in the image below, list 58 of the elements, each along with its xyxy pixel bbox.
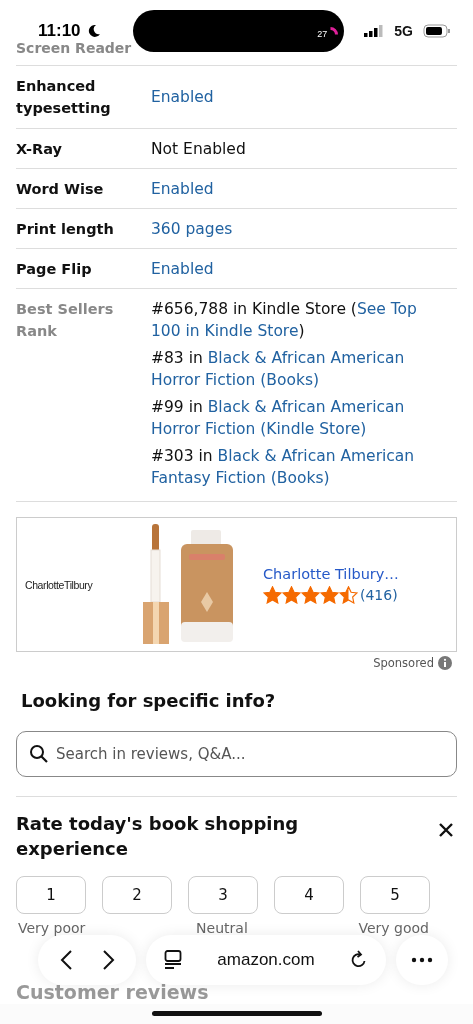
detail-link[interactable]: Enabled: [151, 259, 214, 278]
category-link[interactable]: Fantasy Fiction (Books): [151, 469, 330, 487]
battery-icon: [423, 24, 451, 38]
detail-label: Page Flip: [16, 259, 93, 279]
rating-button[interactable]: 1: [16, 876, 86, 914]
rank-text: #99 in: [151, 398, 204, 416]
moon-icon: [86, 24, 101, 38]
rating-label: Neutral: [196, 920, 248, 936]
close-icon[interactable]: [439, 823, 453, 837]
category-link[interactable]: Black & African American: [207, 349, 405, 367]
address-text: amazon.com: [217, 950, 315, 970]
info-icon[interactable]: [438, 656, 452, 670]
detail-label: Screen Reader: [16, 39, 133, 58]
detail-label: Word Wise: [16, 179, 105, 199]
search-icon: [29, 744, 49, 764]
category-link[interactable]: Black & African American: [217, 447, 415, 465]
rating-button[interactable]: 2: [102, 876, 172, 914]
ad-card[interactable]: CharlotteTilbury Charlotte Tilbury… (416): [16, 517, 457, 652]
detail-label: Best Sellers Rank: [16, 300, 115, 341]
category-link[interactable]: Horror Fiction (Kindle Store): [151, 420, 367, 438]
signal-icon: [364, 25, 385, 37]
status-time: 11:10: [38, 21, 81, 41]
detail-link[interactable]: Enabled: [151, 179, 214, 198]
rating-button[interactable]: 5: [360, 876, 430, 914]
network-label: 5G: [394, 23, 413, 39]
detail-value: Not Enabled: [151, 139, 246, 158]
product-link[interactable]: Charlotte Tilbury…: [263, 565, 399, 582]
search-field[interactable]: Search in reviews, Q&A...: [16, 731, 457, 777]
rating-button[interactable]: 3: [188, 876, 258, 914]
detail-link[interactable]: Enabled: [151, 88, 214, 106]
rating-label: Very poor: [18, 920, 86, 936]
category-link[interactable]: See Top: [356, 300, 417, 318]
category-link[interactable]: Black & African American: [207, 398, 405, 416]
rank-text: #83 in: [151, 349, 204, 367]
reader-icon[interactable]: [164, 950, 182, 970]
timer-text: 27: [317, 29, 328, 39]
sponsored-label: Sponsored: [373, 656, 434, 670]
detail-label: Print length: [16, 219, 115, 239]
reload-icon[interactable]: [350, 950, 368, 970]
detail-label: Enhanced typesetting: [16, 77, 112, 118]
rank-text: #303 in: [151, 447, 214, 465]
category-link[interactable]: Horror Fiction (Books): [151, 371, 320, 389]
detail-link[interactable]: 360 pages: [151, 219, 233, 238]
rating-label: Very good: [358, 920, 429, 936]
back-icon[interactable]: [58, 949, 73, 971]
rating-button[interactable]: 4: [274, 876, 344, 914]
detail-label: X-Ray: [16, 139, 63, 159]
rank-text: #656,788 in Kindle Store (: [151, 300, 357, 318]
survey-heading: Rate today's book shopping experience: [16, 812, 300, 861]
brand-logo: CharlotteTilbury: [25, 578, 94, 591]
more-icon: [411, 957, 433, 963]
section-heading: Looking for specific info?: [21, 689, 277, 713]
review-count[interactable]: (416): [360, 586, 398, 603]
progress-ring-icon: [329, 26, 339, 36]
address-bar[interactable]: amazon.com: [146, 935, 386, 985]
rank-text: ): [298, 322, 305, 340]
category-link[interactable]: 100 in Kindle Store: [151, 322, 299, 340]
forward-icon[interactable]: [101, 949, 116, 971]
